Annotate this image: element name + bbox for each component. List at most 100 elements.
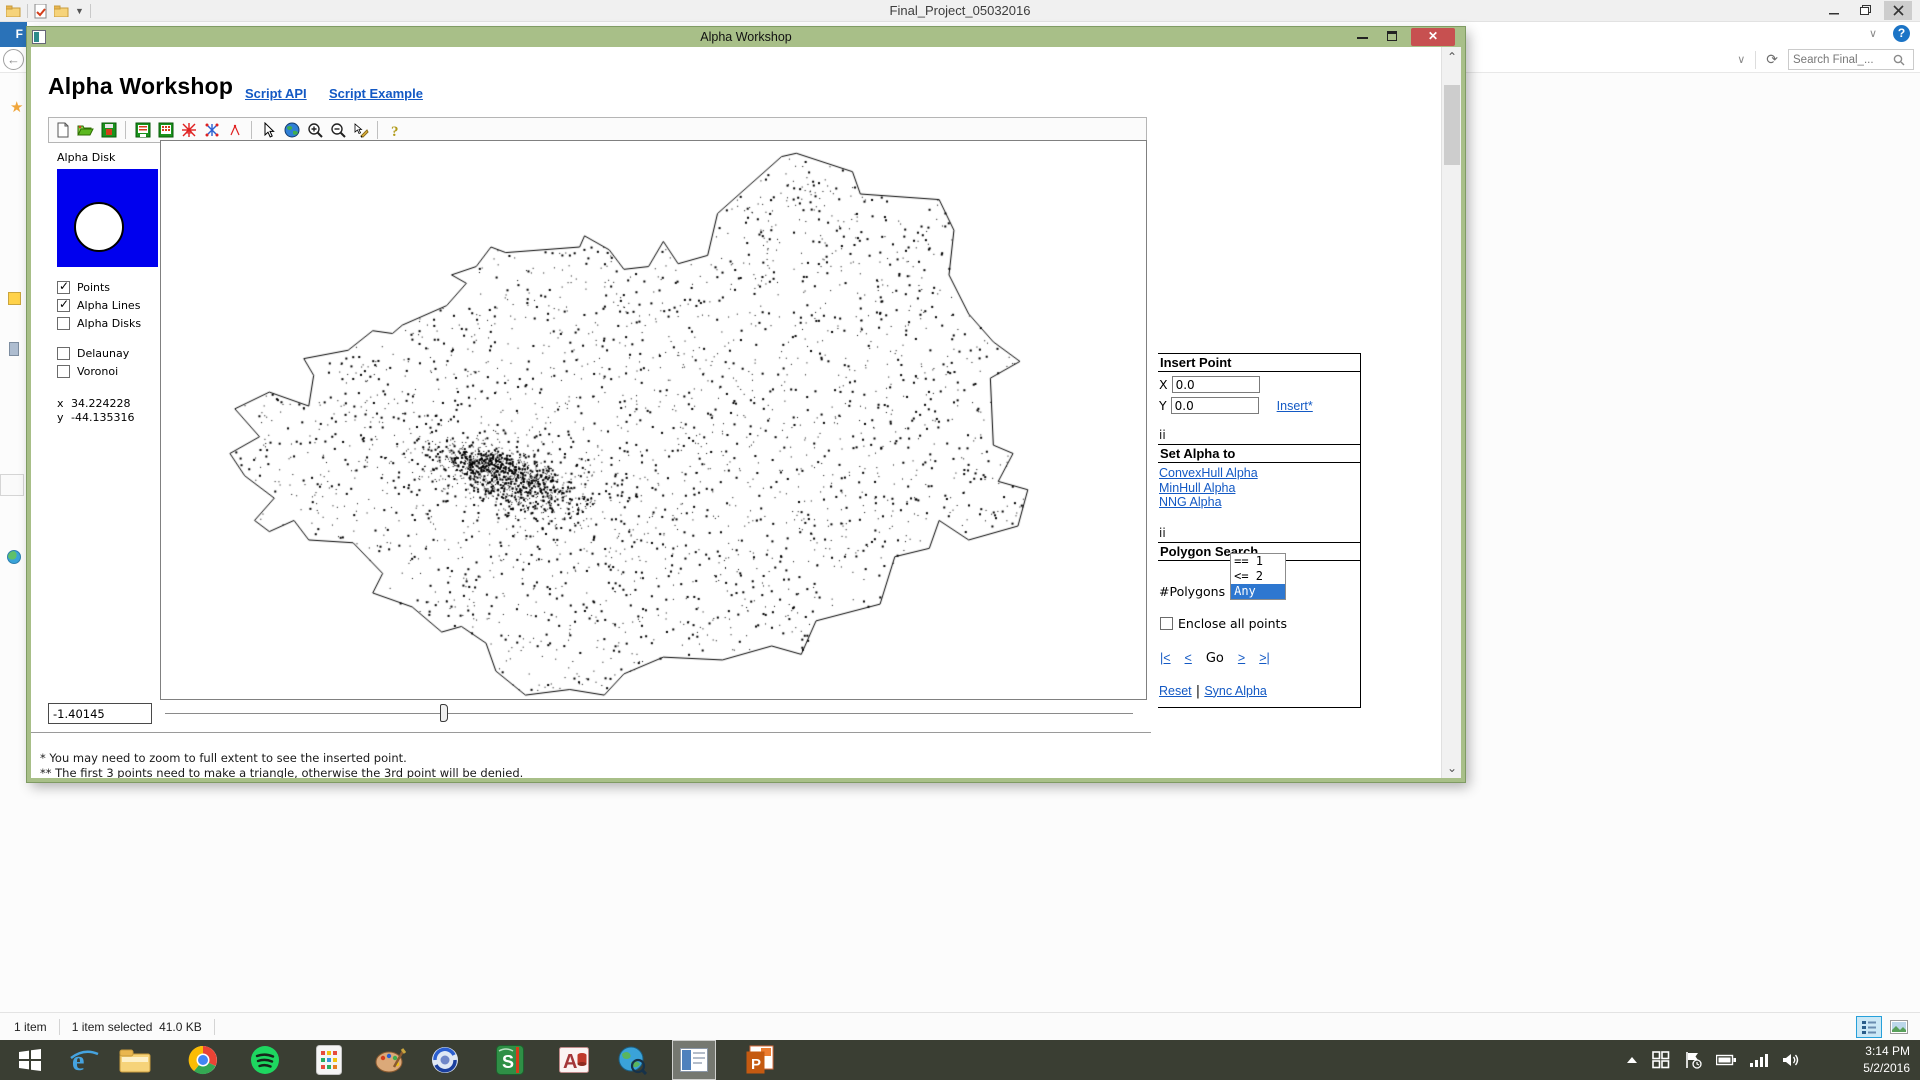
alpha-close-button[interactable]: ✕ <box>1411 28 1455 46</box>
alpha-lines-icon[interactable] <box>226 122 243 139</box>
alpha-disks-checkbox[interactable] <box>57 317 70 330</box>
minhull-alpha-link[interactable]: MinHull Alpha <box>1159 481 1360 496</box>
qat-folder-icon[interactable] <box>6 5 21 17</box>
points-checkbox-row[interactable]: Points <box>57 281 110 294</box>
taskbar-app-grid-icon[interactable] <box>307 1040 351 1080</box>
sync-alpha-link[interactable]: Sync Alpha <box>1204 684 1267 698</box>
explorer-search-box[interactable] <box>1788 49 1914 70</box>
delaunay-checkbox[interactable] <box>57 347 70 360</box>
battery-icon[interactable] <box>1716 1053 1736 1067</box>
help-icon[interactable]: ? <box>386 122 403 139</box>
voronoi-checkbox-row[interactable]: Voronoi <box>57 365 118 378</box>
scroll-down-arrow-icon[interactable]: ⌄ <box>1442 758 1461 778</box>
alpha-maximize-button[interactable] <box>1387 31 1397 41</box>
insert-link[interactable]: Insert* <box>1277 399 1313 413</box>
zoom-in-icon[interactable] <box>306 122 323 139</box>
zoom-out-icon[interactable] <box>329 122 346 139</box>
qat-folder-icon-2[interactable] <box>54 5 69 17</box>
taskbar-sync-app-icon[interactable] <box>423 1040 467 1080</box>
nav-device-icon[interactable] <box>9 342 19 356</box>
network-signal-icon[interactable] <box>1750 1053 1768 1067</box>
alpha-lines-checkbox[interactable] <box>57 299 70 312</box>
open-folder-icon[interactable] <box>77 122 94 139</box>
search-input[interactable] <box>1793 54 1893 66</box>
nav-sync-icon[interactable] <box>8 292 21 305</box>
script-example-link[interactable]: Script Example <box>329 86 423 101</box>
enclose-all-points-checkbox[interactable] <box>1160 617 1173 630</box>
taskbar-access-icon[interactable]: A <box>552 1040 596 1080</box>
script-api-link[interactable]: Script API <box>245 86 307 101</box>
polygons-option-eq1[interactable]: == 1 <box>1231 554 1285 569</box>
taskbar-sas-app-icon[interactable]: S <box>488 1040 532 1080</box>
nav-prev-link[interactable]: < <box>1185 651 1192 665</box>
explorer-window-title: Final_Project_05032016 <box>0 0 1920 22</box>
explorer-close-button[interactable] <box>1884 1 1912 20</box>
status-item-count: 1 item <box>14 1020 47 1034</box>
alpha-slider-thumb[interactable] <box>440 704 448 722</box>
alpha-lines-checkbox-row[interactable]: Alpha Lines <box>57 299 140 312</box>
volume-icon[interactable] <box>1782 1052 1800 1068</box>
alpha-disks-checkbox-row[interactable]: Alpha Disks <box>57 317 141 330</box>
reset-link[interactable]: Reset <box>1159 684 1192 698</box>
address-dropdown-chevron-icon[interactable]: ∨ <box>1737 53 1745 66</box>
convexhull-alpha-link[interactable]: ConvexHull Alpha <box>1159 466 1360 481</box>
polygons-listbox[interactable]: == 1 <= 2 Any <box>1230 553 1286 600</box>
ribbon-expand-chevron-icon[interactable]: ∨ <box>1869 27 1877 40</box>
explorer-statusbar: 1 item 1 item selected 41.0 KB <box>0 1012 1920 1040</box>
nav-next-link[interactable]: > <box>1238 651 1245 665</box>
back-button[interactable]: ← <box>3 49 24 70</box>
explorer-maximize-button[interactable] <box>1852 1 1880 20</box>
enclose-all-points-row[interactable]: Enclose all points <box>1160 616 1360 631</box>
explorer-help-icon[interactable]: ? <box>1893 25 1910 42</box>
zoom-extent-globe-icon[interactable] <box>283 122 300 139</box>
select-cursor-icon[interactable] <box>260 122 277 139</box>
delete-points-icon[interactable] <box>180 122 197 139</box>
network-globe-icon[interactable] <box>7 550 21 564</box>
taskbar-file-explorer-icon[interactable] <box>113 1040 157 1080</box>
refresh-icon[interactable]: ⟳ <box>1766 51 1778 68</box>
explorer-file-tab[interactable]: F <box>0 22 27 47</box>
taskbar-clock[interactable]: 3:14 PM 5/2/2016 <box>1810 1043 1910 1077</box>
save-grid-icon[interactable] <box>157 122 174 139</box>
action-center-flag-icon[interactable] <box>1684 1051 1702 1069</box>
scroll-up-arrow-icon[interactable]: ⌃ <box>1442 47 1461 67</box>
taskbar-map-viewer-icon[interactable] <box>610 1040 654 1080</box>
windows-tray-icon[interactable] <box>1652 1051 1670 1069</box>
taskbar-alpha-workshop-icon[interactable] <box>672 1040 716 1080</box>
nav-first-link[interactable]: |< <box>1160 651 1171 665</box>
pick-pen-icon[interactable] <box>352 122 369 139</box>
taskbar-spotify-icon[interactable] <box>243 1040 287 1080</box>
alpha-titlebar[interactable]: Alpha Workshop ✕ <box>27 27 1465 47</box>
point-cloud-canvas[interactable] <box>161 141 1146 699</box>
polygons-option-any[interactable]: Any <box>1231 584 1285 599</box>
taskbar-paint-icon[interactable] <box>368 1040 412 1080</box>
nng-alpha-link[interactable]: NNG Alpha <box>1159 495 1360 510</box>
delaunay-checkbox-row[interactable]: Delaunay <box>57 347 129 360</box>
alpha-minimize-button[interactable] <box>1357 37 1368 39</box>
qat-dropdown-chevron-icon[interactable]: ▼ <box>75 6 84 16</box>
taskbar-internet-explorer-icon[interactable]: e <box>62 1040 106 1080</box>
insert-y-input[interactable] <box>1171 397 1259 414</box>
qat-page-check-icon[interactable] <box>34 4 48 19</box>
points-checkbox[interactable] <box>57 281 70 294</box>
new-file-icon[interactable] <box>54 122 71 139</box>
start-button[interactable] <box>8 1040 52 1080</box>
vertical-scrollbar[interactable]: ⌃ ⌄ <box>1441 47 1461 778</box>
insert-x-input[interactable] <box>1172 376 1260 393</box>
nav-last-link[interactable]: >| <box>1259 651 1270 665</box>
favorites-star-icon[interactable]: ★ <box>10 98 23 116</box>
alpha-slider[interactable] <box>165 713 1133 714</box>
save-lines-icon[interactable] <box>134 122 151 139</box>
scatter-points-icon[interactable] <box>203 122 220 139</box>
thumbnail-view-button[interactable] <box>1886 1016 1912 1038</box>
save-icon[interactable] <box>100 122 117 139</box>
taskbar-chrome-icon[interactable] <box>181 1040 225 1080</box>
voronoi-checkbox[interactable] <box>57 365 70 378</box>
hidden-icons-chevron-icon[interactable] <box>1626 1056 1638 1064</box>
scrollbar-thumb[interactable] <box>1444 85 1460 165</box>
alpha-value-input[interactable] <box>48 703 152 724</box>
explorer-minimize-button[interactable] <box>1820 1 1848 20</box>
polygons-option-le2[interactable]: <= 2 <box>1231 569 1285 584</box>
taskbar-powerpoint-icon[interactable]: P <box>738 1040 782 1080</box>
details-view-button[interactable] <box>1856 1016 1882 1038</box>
